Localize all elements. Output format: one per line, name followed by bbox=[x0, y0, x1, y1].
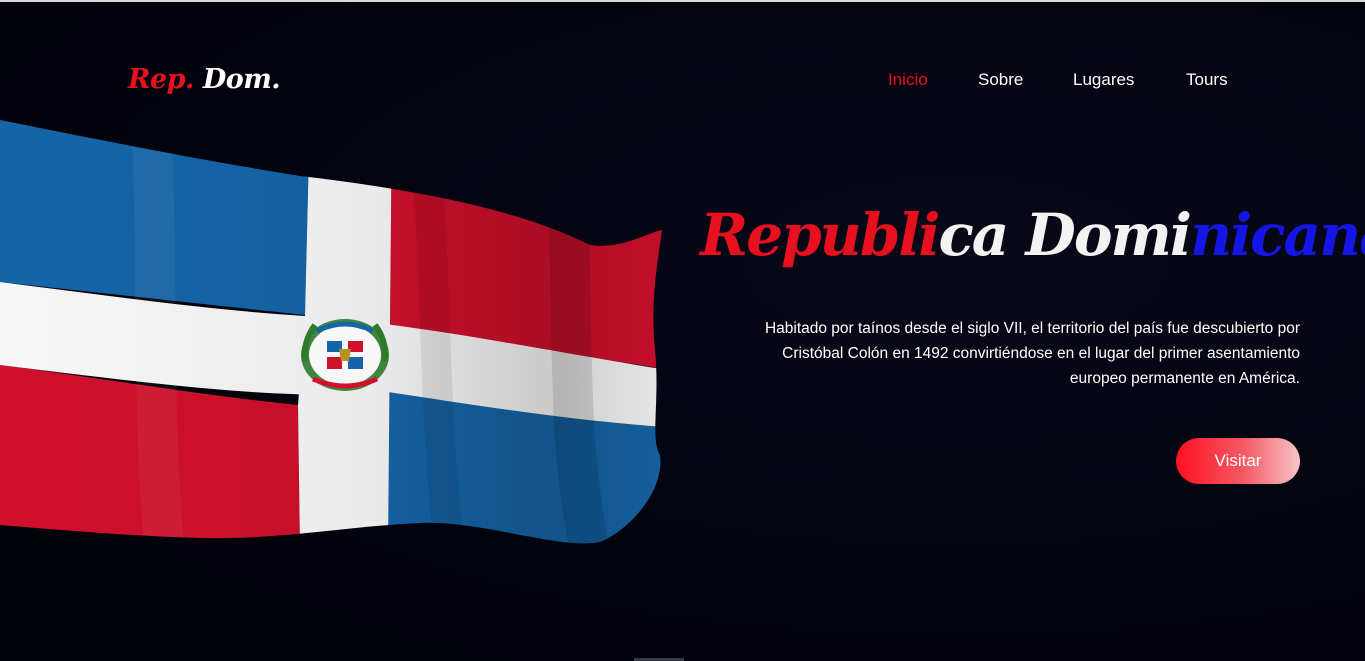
site-logo[interactable]: Rep. Dom. bbox=[128, 64, 281, 95]
nav-item-inicio[interactable]: Inicio bbox=[888, 70, 928, 90]
main-nav: Inicio Sobre Lugares Tours bbox=[860, 70, 1260, 94]
hero-title: Republica Dominicana bbox=[700, 195, 1365, 275]
dominican-flag-image bbox=[0, 110, 680, 550]
hero-title-red: Republi bbox=[700, 201, 940, 269]
hero-title-white: ca Domi bbox=[938, 201, 1191, 269]
hero-description: Habitado por taínos desde el siglo VII, … bbox=[764, 320, 1300, 387]
visit-button[interactable]: Visitar bbox=[1176, 438, 1300, 484]
hero-title-blue: nicana bbox=[1189, 201, 1365, 269]
top-border bbox=[0, 0, 1365, 2]
logo-part-dom: Dom. bbox=[202, 64, 281, 95]
logo-part-rep: Rep. bbox=[128, 64, 194, 95]
coat-of-arms-icon bbox=[301, 319, 389, 391]
nav-item-lugares[interactable]: Lugares bbox=[1073, 70, 1134, 90]
nav-item-tours[interactable]: Tours bbox=[1186, 70, 1228, 90]
nav-item-sobre[interactable]: Sobre bbox=[978, 70, 1023, 90]
